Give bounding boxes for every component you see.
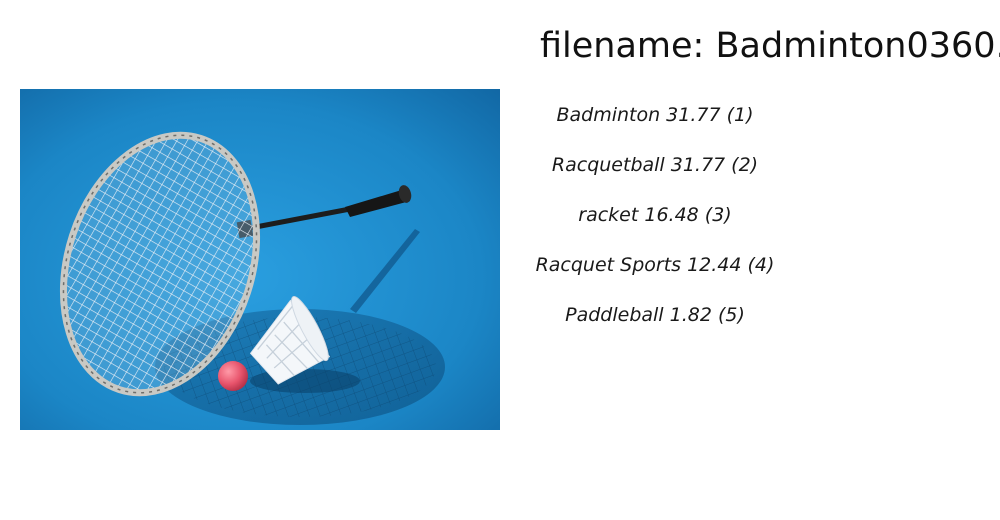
prediction-item: Badminton 31.77 (1) xyxy=(556,104,754,126)
prediction-item: racket 16.48 (3) xyxy=(578,204,732,226)
prediction-item: Racquetball 31.77 (2) xyxy=(551,154,759,176)
badminton-photo xyxy=(20,89,500,430)
prediction-item: Paddleball 1.82 (5) xyxy=(565,304,745,326)
prediction-list: Badminton 31.77 (1) Racquetball 31.77 (2… xyxy=(500,100,810,350)
filename-title: filename: Badminton0360.jp xyxy=(540,26,1000,66)
prediction-item: Racquet Sports 12.44 (4) xyxy=(535,254,775,276)
